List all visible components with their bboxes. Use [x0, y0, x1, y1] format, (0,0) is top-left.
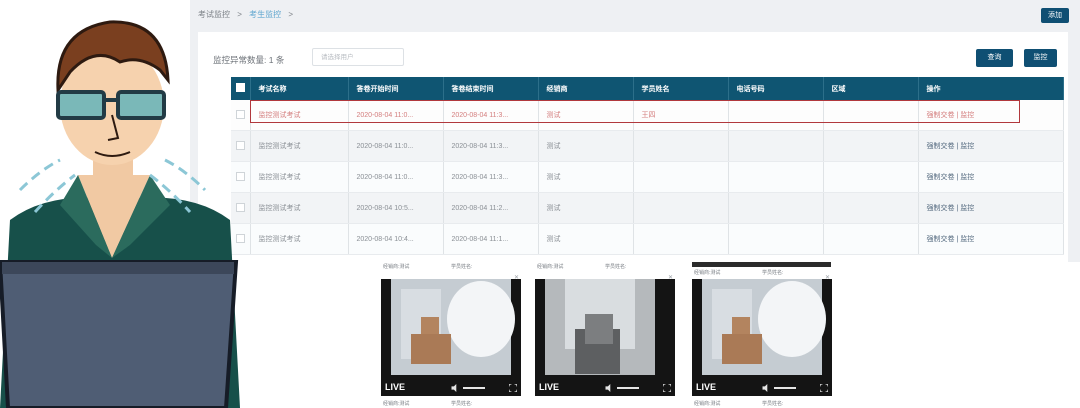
- start-time-cell: 2020-08-04 10:4...: [348, 223, 444, 255]
- volume-icon[interactable]: [451, 384, 460, 392]
- video-frame: [391, 279, 515, 375]
- column-header[interactable]: 电话号码: [728, 77, 824, 100]
- monitor-screen: 考试监控 > 考生监控 > 添加 监控异常数量: 1 条 请选择用户 查询 监控…: [190, 0, 1080, 262]
- student-label: 学员姓名:: [605, 264, 627, 270]
- exam-name-cell: 监控测试考试: [250, 130, 349, 162]
- dealer-label: 经销商:测试: [537, 264, 564, 270]
- dealer-cell: 测试: [538, 223, 634, 255]
- add-button[interactable]: 添加: [1041, 8, 1069, 23]
- fullscreen-icon[interactable]: [663, 384, 671, 392]
- camera-feed[interactable]: 经销商:测试 学员姓名: ✕ LIVE 经销商:测试 学员姓名:: [381, 264, 521, 407]
- region-cell: [823, 161, 919, 193]
- live-label: LIVE: [385, 382, 406, 392]
- column-header[interactable]: 区域: [823, 77, 919, 100]
- exam-name-cell: 监控测试考试: [250, 161, 349, 193]
- operation-links[interactable]: 强制交卷 | 监控: [918, 192, 1064, 224]
- camera-feed[interactable]: 经销商:测试 学员姓名: ✕ LIVE 经销商:测试 学员姓名:: [692, 270, 832, 407]
- phone-cell: [728, 192, 824, 224]
- dealer-label: 经销商:测试: [383, 264, 410, 270]
- phone-cell: [728, 161, 824, 193]
- fullscreen-icon[interactable]: [820, 384, 828, 392]
- start-time-cell: 2020-08-04 11:0...: [348, 161, 444, 193]
- monitor-button[interactable]: 监控: [1024, 49, 1057, 67]
- volume-icon[interactable]: [762, 384, 771, 392]
- column-header[interactable]: 学员姓名: [633, 77, 729, 100]
- start-time-cell: 2020-08-04 10:5...: [348, 192, 444, 224]
- dealer-label: 经销商:测试: [694, 270, 721, 276]
- volume-icon[interactable]: [605, 384, 614, 392]
- region-cell: [823, 223, 919, 255]
- dealer-cell: 测试: [538, 161, 634, 193]
- student-label: 学员姓名:: [451, 264, 473, 270]
- user-search-input[interactable]: 请选择用户: [312, 48, 404, 66]
- student-label: 学员姓名:: [762, 270, 784, 276]
- column-header[interactable]: 考试名称: [250, 77, 349, 100]
- column-header[interactable]: 答卷结束时间: [443, 77, 539, 100]
- region-cell: [823, 192, 919, 224]
- exam-name-cell: 监控测试考试: [250, 192, 349, 224]
- student-cell: [633, 130, 729, 162]
- region-cell: [823, 130, 919, 162]
- video-frame: [545, 279, 655, 375]
- operation-links[interactable]: 强制交卷 | 监控: [918, 130, 1064, 162]
- volume-slider[interactable]: [463, 387, 485, 389]
- fullscreen-icon[interactable]: [509, 384, 517, 392]
- table-row[interactable]: 监控测试考试 2020-08-04 11:0... 2020-08-04 11:…: [231, 161, 1064, 193]
- operation-links[interactable]: 强制交卷 | 监控: [918, 161, 1064, 193]
- phone-cell: [728, 223, 824, 255]
- student-label: 学员姓名:: [762, 401, 784, 407]
- breadcrumb-separator: >: [288, 10, 294, 19]
- camera-feed[interactable]: 经销商:测试 学员姓名: ✕ LIVE: [535, 264, 675, 396]
- table-row[interactable]: 监控测试考试 2020-08-04 11:0... 2020-08-04 11:…: [231, 130, 1064, 162]
- dealer-label: 经销商:测试: [694, 401, 721, 407]
- student-label: 学员姓名:: [451, 401, 473, 407]
- end-time-cell: 2020-08-04 11:1...: [443, 223, 539, 255]
- volume-slider[interactable]: [617, 387, 639, 389]
- dealer-cell: 测试: [538, 130, 634, 162]
- volume-slider[interactable]: [774, 387, 796, 389]
- table-row[interactable]: 监控测试考试 2020-08-04 10:5... 2020-08-04 11:…: [231, 192, 1064, 224]
- close-icon[interactable]: ✕: [514, 274, 519, 281]
- dealer-label: 经销商:测试: [383, 401, 410, 407]
- student-cell: [633, 223, 729, 255]
- column-header[interactable]: 答卷开始时间: [348, 77, 444, 100]
- column-header[interactable]: 经销商: [538, 77, 634, 100]
- live-label: LIVE: [696, 382, 717, 392]
- exam-name-cell: 监控测试考试: [250, 223, 349, 255]
- student-cell: [633, 161, 729, 193]
- end-time-cell: 2020-08-04 11:3...: [443, 130, 539, 162]
- end-time-cell: 2020-08-04 11:2...: [443, 192, 539, 224]
- operation-links[interactable]: 强制交卷 | 监控: [918, 223, 1064, 255]
- video-top-bar: [692, 262, 831, 267]
- close-icon[interactable]: ✕: [668, 274, 673, 281]
- live-label: LIVE: [539, 382, 560, 392]
- table-header-row: 考试名称 答卷开始时间 答卷结束时间 经销商 学员姓名 电话号码 区域 操作: [231, 77, 1064, 100]
- close-icon[interactable]: ✕: [825, 274, 830, 281]
- video-frame: [702, 279, 826, 375]
- man-with-laptop-illustration: [0, 20, 240, 408]
- student-cell: [633, 192, 729, 224]
- table-row[interactable]: 监控测试考试 2020-08-04 10:4... 2020-08-04 11:…: [231, 223, 1064, 255]
- query-button[interactable]: 查询: [976, 49, 1013, 67]
- phone-cell: [728, 130, 824, 162]
- start-time-cell: 2020-08-04 11:0...: [348, 130, 444, 162]
- dealer-cell: 测试: [538, 192, 634, 224]
- column-header[interactable]: 操作: [918, 77, 1064, 100]
- highlight-box: [250, 100, 1020, 123]
- content-panel: 监控异常数量: 1 条 请选择用户 查询 监控 考试名称 答卷开始时间 答卷结束…: [198, 32, 1068, 262]
- breadcrumb-current[interactable]: 考生监控: [249, 10, 281, 19]
- end-time-cell: 2020-08-04 11:3...: [443, 161, 539, 193]
